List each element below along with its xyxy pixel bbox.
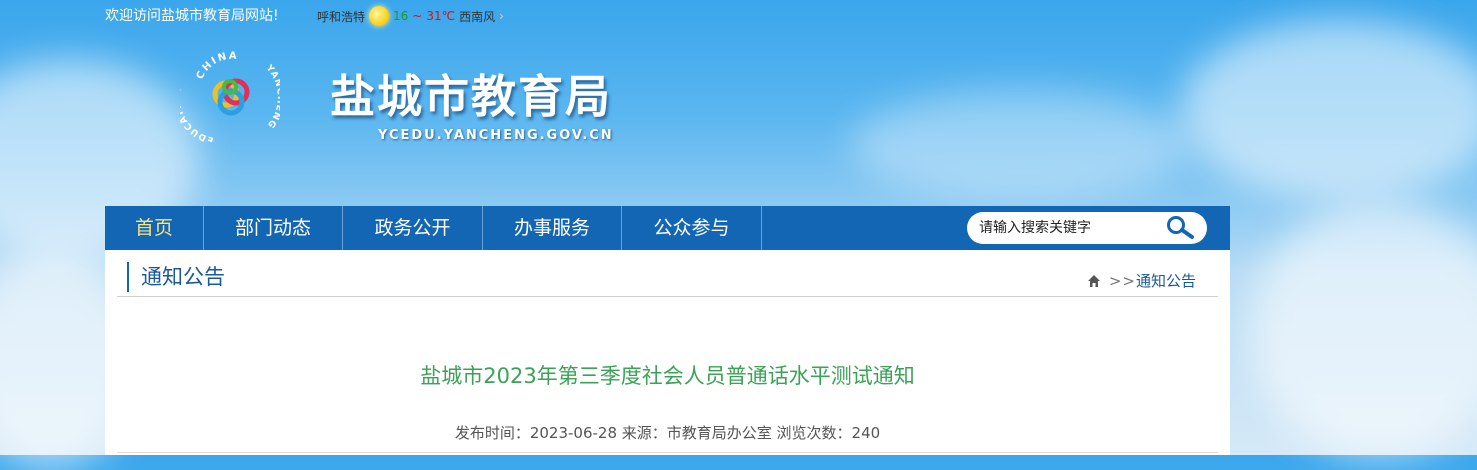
cloud-decoration xyxy=(1180,20,1477,200)
weather-widget: 呼和浩特 16 ~31℃ 西南风 › xyxy=(317,6,504,26)
nav-item-public-participation[interactable]: 公众参与 xyxy=(622,206,762,250)
logo-text-left: EDUCATION xyxy=(172,86,213,145)
wind-arrow-icon: › xyxy=(499,9,504,23)
top-bar: 欢迎访问盐城市教育局网站! 呼和浩特 16 ~31℃ 西南风 › xyxy=(105,0,1230,28)
sun-icon xyxy=(369,6,390,26)
site-domain: YCEDU.YANCHENG.GOV.CN xyxy=(378,128,614,143)
home-icon[interactable] xyxy=(1087,274,1101,288)
search-box xyxy=(967,212,1207,244)
article-meta: 发布时间：2023-06-28 来源：市教育局办公室 浏览次数：240 xyxy=(454,424,881,442)
welcome-text: 欢迎访问盐城市教育局网站! xyxy=(105,8,279,24)
search-icon xyxy=(1167,216,1194,239)
content-panel: 通知公告 >> 通知公告 盐城市2023年第三季度社会人员普通话水平测试通知 发布… xyxy=(105,250,1230,455)
nav-item-services[interactable]: 办事服务 xyxy=(483,206,622,250)
breadcrumb-current[interactable]: 通知公告 xyxy=(1136,270,1196,291)
search-button[interactable] xyxy=(1165,215,1197,241)
svg-text:YANCHENG: YANCHENG xyxy=(263,63,280,130)
breadcrumb-separator: >> xyxy=(1108,271,1136,290)
nav-item-department-news[interactable]: 部门动态 xyxy=(204,206,343,250)
section-title: 通知公告 xyxy=(127,262,225,292)
main-nav: 首页 部门动态 政务公开 办事服务 公众参与 xyxy=(105,206,1230,250)
logo-text-top: CHINA xyxy=(195,51,237,82)
nav-item-government-affairs[interactable]: 政务公开 xyxy=(343,206,483,250)
temp-separator: ~ xyxy=(412,9,423,23)
temp-low: 16 xyxy=(393,9,409,23)
search-input[interactable] xyxy=(979,219,1149,237)
wind-direction: 西南风 xyxy=(459,9,496,24)
logo-text-right: YANCHENG xyxy=(263,63,284,130)
svg-text:CHINA: CHINA xyxy=(195,51,239,82)
temp-high: 31℃ xyxy=(426,9,456,23)
site-title: 盐城市教育局 xyxy=(330,70,613,123)
weather-city: 呼和浩特 xyxy=(317,9,366,24)
article-title: 盐城市2023年第三季度社会人员普通话水平测试通知 xyxy=(420,364,915,388)
section-header: 通知公告 >> 通知公告 xyxy=(117,260,1218,297)
divider xyxy=(117,452,1218,453)
cloud-decoration xyxy=(1250,200,1477,460)
site-logo[interactable]: CHINA EDUCATION YANCHENG xyxy=(172,42,284,145)
cloud-decoration xyxy=(850,90,1190,200)
breadcrumb: >> 通知公告 xyxy=(1087,270,1196,291)
svg-text:EDUCATION: EDUCATION xyxy=(180,86,215,142)
nav-item-home[interactable]: 首页 xyxy=(105,206,204,250)
